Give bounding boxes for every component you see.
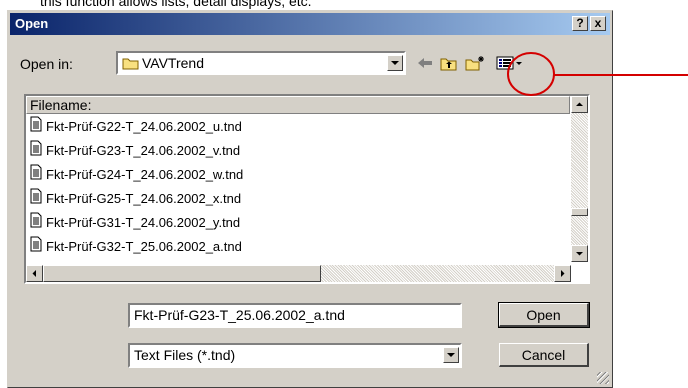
text-file-icon <box>30 188 42 211</box>
look-in-label: Open in: <box>20 56 73 72</box>
text-file-icon <box>30 212 42 235</box>
filename-input[interactable]: Fkt-Prüf-G23-T_25.06.2002_a.tnd <box>128 303 462 328</box>
arrow-right-icon <box>561 270 565 277</box>
vertical-scrollbar[interactable] <box>571 96 588 262</box>
scroll-up-button[interactable] <box>571 96 588 113</box>
dialog-title: Open <box>15 16 49 31</box>
open-dialog: Open ? x Open in: VAVTrend Filename: Fkt… <box>7 10 613 388</box>
scroll-down-button[interactable] <box>571 245 588 262</box>
chevron-down-icon <box>447 353 455 357</box>
back-button[interactable] <box>414 52 436 74</box>
file-name: Fkt-Prüf-G25-T_24.06.2002_x.tnd <box>46 191 242 206</box>
look-in-combo[interactable]: VAVTrend <box>116 51 406 75</box>
arrow-up-icon <box>576 102 583 106</box>
text-file-icon <box>30 164 42 187</box>
new-folder-icon <box>465 56 484 71</box>
text-file-icon <box>30 236 42 259</box>
look-in-dropdown-button[interactable] <box>387 55 403 71</box>
help-button[interactable]: ? <box>572 16 588 31</box>
up-folder-icon <box>440 58 457 71</box>
arrow-left-icon <box>32 270 36 277</box>
list-item[interactable]: Fkt-Prüf-G23-T_24.06.2002_v.tnd <box>30 140 240 162</box>
arrow-down-icon <box>576 252 583 256</box>
file-name: Fkt-Prüf-G24-T_24.06.2002_w.tnd <box>46 167 244 182</box>
list-item[interactable]: Fkt-Prüf-G31-T_24.06.2002_y.tnd <box>30 212 240 234</box>
caption-text: this function allows lists, detail displ… <box>40 0 312 9</box>
text-file-icon <box>30 140 42 163</box>
vertical-scroll-thumb[interactable] <box>571 208 588 216</box>
up-folder-button[interactable] <box>438 52 460 74</box>
folder-icon <box>122 56 140 75</box>
close-button[interactable]: x <box>590 16 606 31</box>
file-type-select[interactable]: Text Files (*.tnd) <box>128 343 462 368</box>
cancel-button[interactable]: Cancel <box>499 343 589 367</box>
file-type-dropdown-button[interactable] <box>443 347 459 363</box>
file-name: Fkt-Prüf-G23-T_24.06.2002_v.tnd <box>46 143 241 158</box>
horizontal-scrollbar[interactable] <box>26 265 571 282</box>
resize-grip[interactable] <box>597 372 609 384</box>
file-type-value: Text Files (*.tnd) <box>134 347 236 363</box>
list-item[interactable]: Fkt-Prüf-G24-T_24.06.2002_w.tnd <box>30 164 243 186</box>
list-item[interactable]: Fkt-Prüf-G32-T_25.06.2002_a.tnd <box>30 236 242 258</box>
list-item[interactable]: Fkt-Prüf-G22-T_24.06.2002_u.tnd <box>30 116 242 138</box>
horizontal-scroll-thumb[interactable] <box>43 265 321 282</box>
file-list[interactable]: Filename: Fkt-Prüf-G22-T_24.06.2002_u.tn… <box>24 94 590 284</box>
view-menu-icon <box>496 56 522 70</box>
list-item[interactable]: Fkt-Prüf-G25-T_24.06.2002_x.tnd <box>30 188 241 210</box>
back-arrow-icon <box>418 58 432 68</box>
view-menu-button[interactable] <box>492 52 528 74</box>
text-file-icon <box>30 116 42 139</box>
title-bar: Open ? x <box>10 13 610 35</box>
scroll-left-button[interactable] <box>26 265 43 282</box>
look-in-value: VAVTrend <box>142 55 204 71</box>
scroll-right-button[interactable] <box>554 265 571 282</box>
filename-value: Fkt-Prüf-G23-T_25.06.2002_a.tnd <box>134 307 345 323</box>
file-name: Fkt-Prüf-G31-T_24.06.2002_y.tnd <box>46 215 241 230</box>
new-folder-button[interactable] <box>464 52 486 74</box>
filename-column-header[interactable]: Filename: <box>26 96 570 114</box>
file-name: Fkt-Prüf-G22-T_24.06.2002_u.tnd <box>46 119 242 134</box>
chevron-down-icon <box>391 61 399 65</box>
file-name: Fkt-Prüf-G32-T_25.06.2002_a.tnd <box>46 239 242 254</box>
open-button[interactable]: Open <box>498 302 590 328</box>
